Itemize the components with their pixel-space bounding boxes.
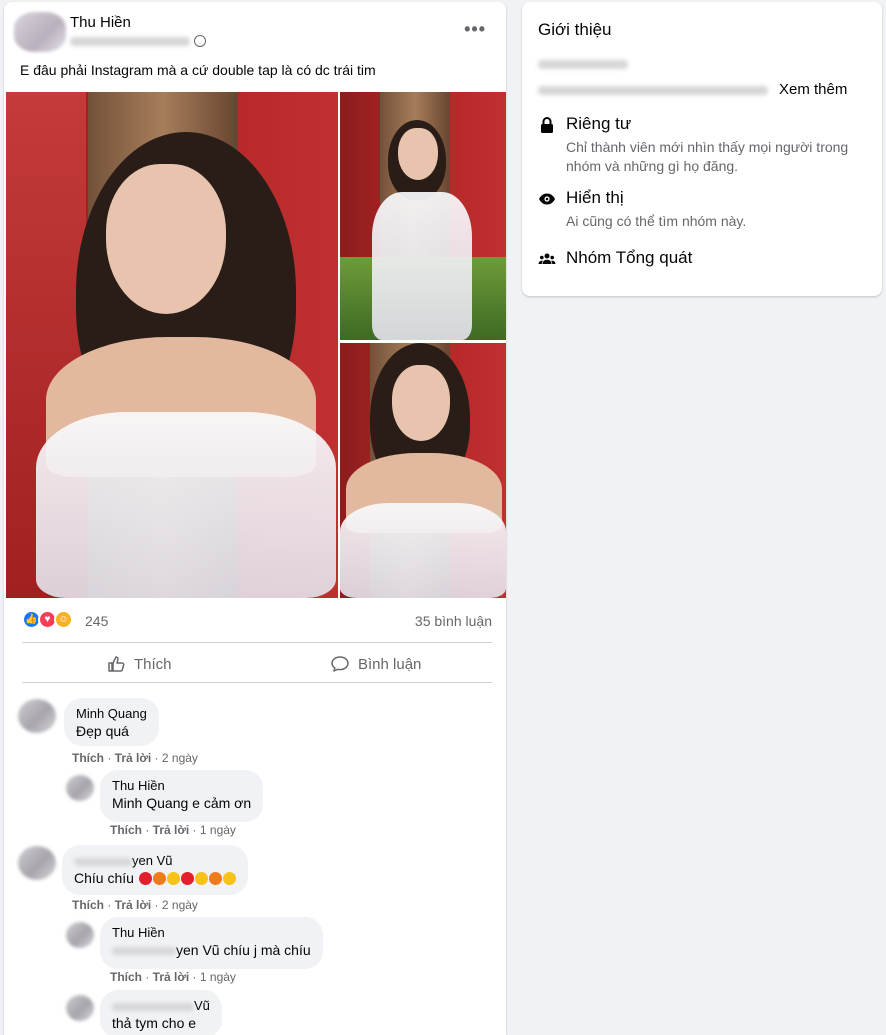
post-text: E đâu phải Instagram mà a cứ double tap … [20,62,376,78]
reply-text: yen Vũ chíu j mà chíu [112,941,311,960]
about-desc-blurred [538,60,628,69]
reply-mention[interactable]: yen Vũ [176,942,220,958]
reply-reply-link[interactable]: Trả lời [153,970,190,984]
comment-button[interactable]: Bình luận [330,644,421,684]
reaction-count[interactable]: 245 [85,613,108,629]
comment-text: Đẹp quá [76,723,129,739]
reply-like-link[interactable]: Thích [110,970,142,984]
post-meta [70,35,206,47]
comment-author[interactable]: Minh Quang [76,706,147,722]
photo-2[interactable] [340,92,506,340]
info-visibility-desc: Ai cũng có thể tìm nhóm này. [566,213,747,229]
info-privacy-title: Riêng tư [566,114,632,133]
comment-bubble: yen Vũ Chíu chíu [62,845,248,895]
about-card: Giới thiệu Xem thêm Riêng tư Chỉ thành v… [522,2,882,296]
comment-reply-link[interactable]: Trả lời [115,751,152,765]
reply-author[interactable]: Vũ [112,998,210,1014]
reply-reply-link[interactable]: Trả lời [153,823,190,837]
red-heart-emoji [138,872,152,885]
reactions-bar: 👍 ♥ ☺ 245 35 bình luận [22,608,492,632]
reply-bubble: Thu Hiền yen Vũ chíu j mà chíu [100,917,323,969]
privacy-icon [194,35,206,47]
comment-count[interactable]: 35 bình luận [415,613,492,629]
reply-avatar[interactable] [66,922,94,948]
info-privacy-desc: Chỉ thành viên mới nhìn thấy mọi người t… [566,139,849,174]
reply-time[interactable]: 1 ngày [200,823,236,837]
lock-icon [541,117,553,133]
care-icon: ☺ [54,610,73,629]
reply-bubble: Thu Hiền Minh Quang e cảm ơn [100,770,264,822]
post-author-name[interactable]: Thu Hiền [70,14,131,31]
reply-body: chíu j mà chíu [223,942,311,958]
orange-heart-emoji [208,872,222,885]
comment-text: Chíu chíu [74,869,236,888]
info-group-type-title: Nhóm Tổng quát [566,248,693,267]
reply-bubble: Vũ thả tym cho e [100,990,222,1035]
photo-1[interactable] [6,92,338,598]
like-label: Thích [134,655,172,673]
commenter-avatar[interactable] [18,699,56,733]
post-timestamp-blurred[interactable] [70,36,190,46]
orange-heart-emoji [152,872,166,885]
comment-like-link[interactable]: Thích [72,751,104,765]
reply-like-link[interactable]: Thích [110,823,142,837]
see-more-link[interactable]: Xem thêm [779,81,847,98]
reply-body: e cảm ơn [192,795,252,811]
about-desc-blurred [538,86,768,95]
yellow-heart-emoji [194,872,208,885]
info-visibility-title: Hiển thị [566,188,624,207]
reply-text: thả tym cho e [112,1015,197,1031]
post-card: Thu Hiền ••• E đâu phải Instagram mà a c… [4,2,506,1035]
comment-like-link[interactable]: Thích [72,898,104,912]
post-actions: Thích Bình luận [22,644,492,684]
reply-author[interactable]: Thu Hiền [112,778,251,794]
reply-avatar[interactable] [66,995,94,1021]
group-icon [538,253,556,264]
thumbs-up-icon [108,656,125,672]
info-group-type: Nhóm Tổng quát [538,248,868,272]
about-title: Giới thiệu [538,20,612,39]
reply-text: Minh Quang e cảm ơn [112,794,251,813]
more-options-icon[interactable]: ••• [464,20,486,38]
photo-grid [6,92,506,598]
info-privacy: Riêng tư Chỉ thành viên mới nhìn thấy mọ… [538,114,868,174]
divider [22,642,492,643]
comment-reply-link[interactable]: Trả lời [115,898,152,912]
comment-meta: Thích · Trả lời · 2 ngày [72,751,198,765]
reply-meta: Thích · Trả lời · 1 ngày [110,970,236,984]
post-header: Thu Hiền ••• [4,2,506,60]
reply-author[interactable]: Thu Hiền [112,925,311,941]
comment-time[interactable]: 2 ngày [162,898,198,912]
divider [22,682,492,683]
reply-avatar[interactable] [66,775,94,801]
info-visibility: Hiển thị Ai cũng có thể tìm nhóm này. [538,188,868,232]
reply-time[interactable]: 1 ngày [200,970,236,984]
comment-icon [331,656,349,672]
reply-mention[interactable]: Minh Quang [112,795,188,811]
yellow-heart-emoji [166,872,180,885]
yellow-heart-emoji [222,872,236,885]
comment-time[interactable]: 2 ngày [162,751,198,765]
author-avatar[interactable] [14,12,66,52]
red-heart-emoji [180,872,194,885]
reply-meta: Thích · Trả lời · 1 ngày [110,823,236,837]
comment-bubble: Minh Quang Đẹp quá [64,698,159,746]
like-button[interactable]: Thích [106,644,172,684]
comment-label: Bình luận [358,655,422,673]
comment-author[interactable]: yen Vũ [74,853,236,869]
eye-icon [539,193,555,205]
commenter-avatar[interactable] [18,846,56,880]
photo-3[interactable] [340,343,506,598]
reaction-icons[interactable]: 👍 ♥ ☺ [22,610,82,630]
comment-meta: Thích · Trả lời · 2 ngày [72,898,198,912]
